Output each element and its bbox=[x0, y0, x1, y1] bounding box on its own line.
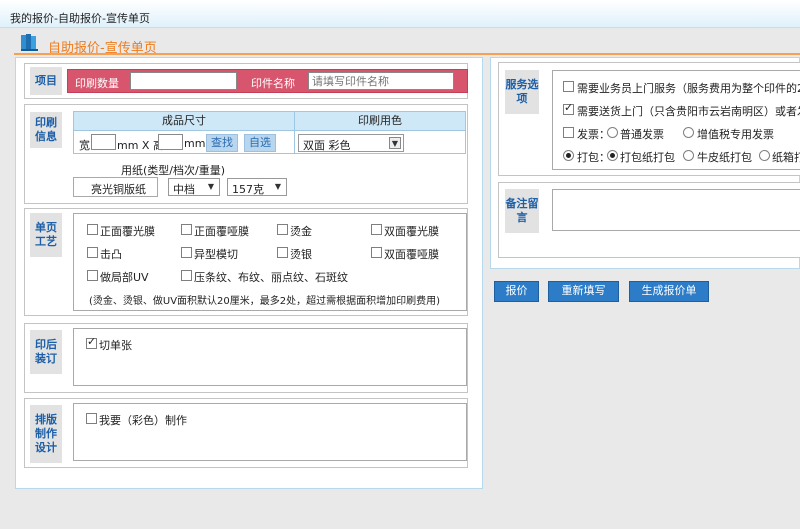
pack-paper-radio[interactable] bbox=[607, 150, 618, 161]
paper-label: 用纸(类型/档次/重量) bbox=[121, 164, 225, 177]
print-color-value: 双面 彩色 bbox=[303, 139, 351, 152]
find-size-button[interactable]: 查找 bbox=[206, 134, 238, 152]
pack-paper-label: 打包纸打包 bbox=[620, 151, 675, 164]
craft-checkbox[interactable] bbox=[277, 247, 288, 258]
print-name-input[interactable] bbox=[308, 72, 454, 90]
print-name-label: 印件名称 bbox=[251, 77, 295, 90]
design-option-label: 我要（彩色）制作 bbox=[99, 414, 187, 427]
service-label: 服务选项 bbox=[505, 70, 539, 114]
project-label: 项目 bbox=[30, 67, 62, 95]
design-label: 排版制作设计 bbox=[30, 405, 62, 463]
print-qty-label: 印刷数量 bbox=[75, 77, 119, 90]
craft-note: (烫金、烫银、做UV面积默认20厘米，最多2处，超过需根据面积增加印刷费用) bbox=[89, 296, 441, 307]
post-options-box bbox=[73, 328, 467, 386]
paper-type-field[interactable]: 亮光铜版纸 bbox=[73, 177, 158, 197]
paper-grade-value: 中档 bbox=[173, 183, 195, 196]
cut-sheet-label: 切单张 bbox=[99, 339, 132, 352]
invoice-normal-radio[interactable] bbox=[607, 127, 618, 138]
quote-button[interactable]: 报价 bbox=[494, 281, 539, 302]
craft-option-label: 压条纹、布纹、丽点纹、石斑纹 bbox=[194, 271, 348, 284]
cut-sheet-checkbox[interactable] bbox=[86, 335, 97, 349]
height-input[interactable] bbox=[158, 134, 183, 150]
pack-label: 打包： bbox=[577, 151, 610, 164]
generate-quote-button[interactable]: 生成报价单 bbox=[629, 281, 709, 302]
post-label: 印后装订 bbox=[30, 330, 62, 374]
width-label: 宽 bbox=[79, 139, 90, 152]
craft-checkbox[interactable] bbox=[277, 224, 288, 235]
delivery-label: 需要送货上门（只含贵阳市云岩南明区）或者发货至 bbox=[577, 105, 800, 118]
craft-option-label: 双面覆光膜 bbox=[384, 225, 439, 238]
craft-option-label: 正面覆光膜 bbox=[100, 225, 155, 238]
chevron-down-icon: ▼ bbox=[274, 182, 282, 191]
invoice-checkbox[interactable] bbox=[563, 127, 574, 138]
craft-checkbox[interactable] bbox=[181, 247, 192, 258]
pack-radio[interactable] bbox=[563, 150, 574, 161]
pack-kraft-radio[interactable] bbox=[683, 150, 694, 161]
craft-label: 单页工艺 bbox=[30, 213, 62, 257]
print-qty-input[interactable] bbox=[130, 72, 237, 90]
craft-checkbox[interactable] bbox=[371, 224, 382, 235]
size-header: 成品尺寸 bbox=[73, 111, 295, 131]
craft-checkbox[interactable] bbox=[87, 270, 98, 281]
craft-checkbox[interactable] bbox=[87, 224, 98, 235]
chevron-down-icon: ▼ bbox=[207, 182, 215, 191]
craft-checkbox[interactable] bbox=[181, 224, 192, 235]
paper-weight-select[interactable]: 157克 ▼ bbox=[227, 178, 287, 196]
invoice-normal-label: 普通发票 bbox=[620, 128, 664, 141]
reset-button[interactable]: 重新填写 bbox=[548, 281, 619, 302]
pack-kraft-label: 牛皮纸打包 bbox=[697, 151, 752, 164]
chevron-down-icon: ▼ bbox=[389, 137, 401, 149]
books-icon bbox=[21, 34, 38, 51]
width-input[interactable] bbox=[91, 134, 116, 150]
paper-type-value: 亮光铜版纸 bbox=[91, 183, 146, 196]
craft-checkbox[interactable] bbox=[181, 270, 192, 281]
pack-box-radio[interactable] bbox=[759, 150, 770, 161]
title-divider bbox=[14, 53, 800, 55]
remark-label: 备注留言 bbox=[505, 189, 539, 233]
breadcrumb-bar: 我的报价-自助报价-宣传单页 bbox=[0, 0, 800, 28]
paper-weight-value: 157克 bbox=[232, 183, 264, 196]
craft-option-label: 做局部UV bbox=[100, 271, 149, 284]
design-checkbox[interactable] bbox=[86, 413, 97, 424]
craft-option-label: 烫银 bbox=[290, 248, 312, 261]
color-header: 印刷用色 bbox=[294, 111, 466, 131]
custom-size-button[interactable]: 自选 bbox=[244, 134, 276, 152]
craft-checkbox[interactable] bbox=[87, 247, 98, 258]
print-info-label: 印刷信息 bbox=[30, 112, 62, 148]
onsite-service-label: 需要业务员上门服务（服务费用为整个印件的2%~ bbox=[577, 82, 800, 95]
craft-option-label: 异型模切 bbox=[194, 248, 238, 261]
breadcrumb: 我的报价-自助报价-宣传单页 bbox=[10, 12, 150, 25]
invoice-vat-label: 增值税专用发票 bbox=[697, 128, 774, 141]
mm-x-label: mm X 高 bbox=[117, 139, 164, 152]
craft-option-label: 正面覆哑膜 bbox=[194, 225, 249, 238]
craft-option-label: 击凸 bbox=[100, 248, 122, 261]
mm-label: mm bbox=[184, 137, 206, 150]
paper-grade-select[interactable]: 中档 ▼ bbox=[168, 178, 220, 196]
print-color-select[interactable]: 双面 彩色 ▼ bbox=[298, 134, 404, 152]
craft-option-label: 双面覆哑膜 bbox=[384, 248, 439, 261]
delivery-checkbox[interactable] bbox=[563, 101, 574, 115]
project-bar: 印刷数量 印件名称 bbox=[67, 69, 468, 93]
pack-box-label: 纸箱打 bbox=[772, 151, 800, 164]
craft-checkbox[interactable] bbox=[371, 247, 382, 258]
invoice-label: 发票： bbox=[577, 128, 610, 141]
invoice-vat-radio[interactable] bbox=[683, 127, 694, 138]
craft-option-label: 烫金 bbox=[290, 225, 312, 238]
onsite-service-checkbox[interactable] bbox=[563, 81, 574, 92]
remark-textarea[interactable] bbox=[552, 189, 800, 231]
